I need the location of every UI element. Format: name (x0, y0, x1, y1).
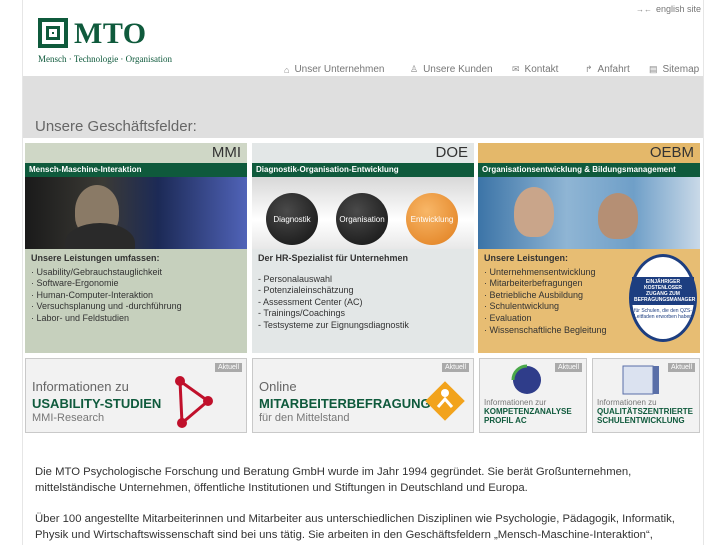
list-item: - Testsysteme zur Eignungsdiagnostik (258, 319, 409, 330)
nav-label: Sitemap (662, 64, 700, 75)
list-item: - Trainings/Coachings (258, 308, 346, 319)
card-title: Organisationsentwicklung & Bildungsmanag… (478, 163, 700, 177)
list-item: - Assessment Center (AC) (258, 296, 363, 307)
promo-usability[interactable]: Aktuell Informationen zu USABILITY-STUDI… (25, 358, 247, 433)
intro-paragraph: Die MTO Psychologische Forschung und Ber… (35, 466, 632, 494)
person-photo-shape (598, 193, 638, 239)
arrow-icon: ↱ (585, 64, 593, 74)
mmi-photo (25, 177, 247, 249)
promo-line2: MITARBEITERBEFRAGUNG (259, 396, 431, 411)
card-body: Der HR-Spezialist für Unternehmen - Pers… (252, 249, 474, 353)
logo-tagline: Mensch · Technologie · Organisation (38, 54, 173, 64)
people-diamond-icon (425, 381, 465, 421)
circle-entwicklung: Entwicklung (406, 193, 458, 245)
staff-paragraph: Über 100 angestellte Mitarbeiterinnen un… (35, 513, 675, 541)
card-lead: Der HR-Spezialist für Unternehmen (258, 253, 409, 263)
field-card-oebm[interactable]: OEBM Organisationsentwicklung & Bildungs… (478, 143, 700, 353)
field-card-doe[interactable]: DOE Diagnostik-Organisation-Entwicklung … (252, 143, 474, 353)
person-photo-shape (65, 223, 135, 249)
card-title: Mensch-Maschine-Interaktion (25, 163, 247, 177)
mail-icon: ✉ (512, 64, 520, 74)
person-photo-shape (514, 187, 554, 237)
promo-line3: für den Mittelstand (259, 412, 350, 424)
nav-label: Unsere Kunden (423, 64, 493, 75)
card-code: DOE (435, 144, 468, 161)
nav-anfahrt[interactable]: ↱ Anfahrt (585, 64, 649, 75)
page: →← english site MTO Mensch · Technologie… (0, 0, 727, 545)
aktuell-badge: Aktuell (554, 363, 582, 372)
logo-wordmark: MTO (74, 17, 147, 50)
promo-line1: Informationen zu (32, 379, 129, 394)
card-lead: Unsere Leistungen umfassen: (31, 253, 160, 263)
promo-line1: Informationen zur (484, 398, 547, 407)
top-navigation: ⌂ Unser Unternehmen ♙ Unsere Kunden ✉ Ko… (284, 64, 703, 75)
language-arrows-icon: →← (635, 4, 652, 14)
promo-mitarbeiterbefragung[interactable]: Aktuell Online MITARBEITERBEFRAGUNG für … (252, 358, 474, 433)
field-card-mmi[interactable]: MMI Mensch-Maschine-Interaktion Unsere L… (25, 143, 247, 353)
aktuell-badge: Aktuell (667, 363, 695, 372)
logo-square-icon (38, 18, 68, 48)
nav-label: Unser Unternehmen (294, 64, 385, 75)
oebm-photo (478, 177, 700, 249)
list-item: - Personalauswahl (258, 273, 333, 284)
promo-line2: USABILITY-STUDIEN (32, 396, 162, 411)
nav-unser-unternehmen[interactable]: ⌂ Unser Unternehmen (284, 64, 410, 75)
promo-qzs[interactable]: Aktuell Informationen zu QUALITÄTSZENTRI… (592, 358, 700, 433)
list-item: · Versuchsplanung und -durchführung (31, 301, 182, 312)
section-title: Unsere Geschäftsfelder: (35, 118, 197, 135)
aktuell-badge: Aktuell (214, 363, 242, 372)
profil-ac-logo-icon (511, 364, 541, 394)
aktuell-badge: Aktuell (441, 363, 469, 372)
badge-headline: EINJÄHRIGER KOSTENLOSER ZUGANG ZUM BEFRA… (632, 276, 696, 305)
list-item: · Human-Computer-Interaktion (31, 289, 154, 300)
list-item: · Usability/Gebrauchstauglichkeit (31, 266, 163, 277)
circle-organisation: Organisation (336, 193, 388, 245)
nav-label: Anfahrt (597, 64, 630, 75)
card-header: MMI (25, 143, 247, 163)
sitemap-icon: ▤ (649, 64, 658, 74)
promo-line1: Informationen zu (597, 398, 657, 407)
list-item: · Labor- und Feldstudien (31, 312, 130, 323)
frame-border-right (703, 0, 704, 545)
badge-text: für Schulen, die den QZS-Leitfaden erwor… (633, 307, 693, 320)
nav-kontakt[interactable]: ✉ Kontakt (512, 64, 585, 75)
card-code: OEBM (649, 144, 694, 161)
promo-line3: MMI-Research (32, 412, 105, 424)
list-item: - Potenzialeinschätzung (258, 285, 354, 296)
qzs-logo-icon (622, 365, 659, 395)
befragungsmanager-badge[interactable]: EINJÄHRIGER KOSTENLOSER ZUGANG ZUM BEFRA… (629, 254, 697, 342)
network-graph-icon (175, 376, 213, 428)
doe-circles: Diagnostik Organisation Entwicklung (252, 177, 474, 249)
language-switch[interactable]: →← english site (636, 4, 701, 14)
list-item: · Software-Ergonomie (31, 278, 119, 289)
card-code: MMI (211, 144, 241, 161)
card-header: OEBM (478, 143, 700, 163)
nav-label: Kontakt (524, 64, 559, 75)
card-body: Unsere Leistungen umfassen: · Usability/… (25, 249, 247, 353)
nav-unsere-kunden[interactable]: ♙ Unsere Kunden (410, 64, 512, 75)
promo-profil-ac[interactable]: Aktuell Informationen zur KOMPETENZANALY… (479, 358, 587, 433)
promo-line2: KOMPETENZANALYSE PROFIL AC (484, 407, 572, 425)
building-icon: ⌂ (284, 64, 290, 75)
language-label[interactable]: english site (656, 4, 701, 14)
nav-sitemap[interactable]: ▤ Sitemap (649, 64, 703, 75)
promo-line1: Online (259, 379, 297, 394)
card-header: DOE (252, 143, 474, 163)
person-icon: ♙ (410, 64, 419, 74)
circle-diagnostik: Diagnostik (266, 193, 318, 245)
promo-line2: QUALITÄTSZENTRIERTE SCHULENTWICKLUNG (597, 407, 693, 425)
card-title: Diagnostik-Organisation-Entwicklung (252, 163, 474, 177)
mto-logo[interactable]: MTO Mensch · Technologie · Organisation (38, 18, 178, 70)
